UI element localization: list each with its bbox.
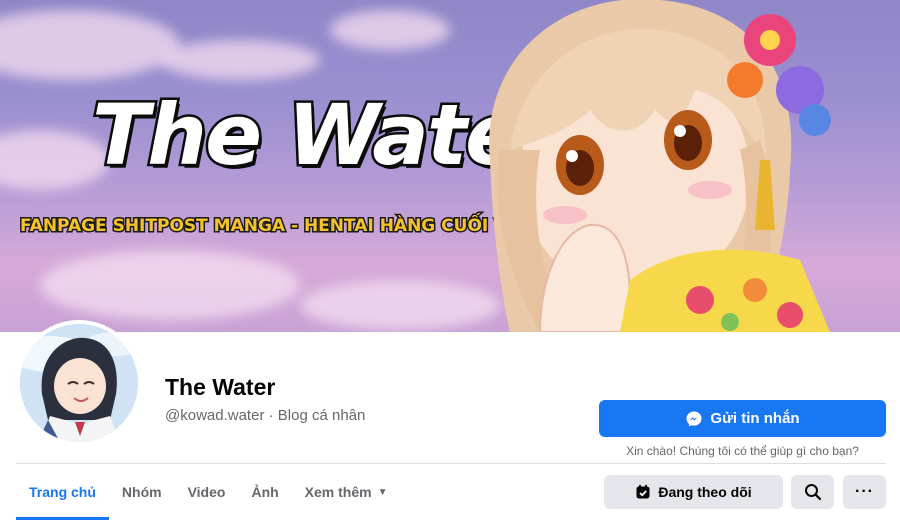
avatar-illustration xyxy=(20,324,138,442)
more-icon: ··· xyxy=(855,483,874,500)
search-button[interactable] xyxy=(791,475,834,509)
greeting-text: Xin chào! Chúng tôi có thể giúp gì cho b… xyxy=(626,444,859,458)
caret-down-icon: ▼ xyxy=(377,486,388,498)
cover-photo[interactable]: The Water FANPAGE SHITPOST MANGA - HENTA… xyxy=(0,0,900,332)
tab-photos[interactable]: Ảnh xyxy=(238,464,291,520)
handle-separator: · xyxy=(264,407,278,424)
messenger-icon xyxy=(686,411,702,426)
tab-label: Nhóm xyxy=(121,484,162,500)
cover-cloud xyxy=(330,10,450,50)
cover-anime-girl-illustration xyxy=(489,0,831,332)
cover-cloud xyxy=(40,250,300,320)
page-category[interactable]: Blog cá nhân xyxy=(278,407,366,424)
profile-avatar[interactable] xyxy=(16,320,142,446)
tab-home[interactable]: Trang chủ xyxy=(16,464,109,520)
page-handle-line: @kowad.water · Blog cá nhân xyxy=(165,405,525,427)
profile-tabs: Trang chủ Nhóm Video Ảnh Xem thêm ▼ xyxy=(16,464,401,520)
tab-label: Ảnh xyxy=(251,484,279,500)
search-icon xyxy=(804,484,821,501)
page-handle: @kowad.water xyxy=(165,407,265,424)
tab-videos[interactable]: Video xyxy=(175,464,239,520)
tab-label: Trang chủ xyxy=(29,484,96,500)
tab-see-more[interactable]: Xem thêm ▼ xyxy=(292,464,401,520)
tab-groups[interactable]: Nhóm xyxy=(109,464,175,520)
following-icon xyxy=(636,484,650,499)
cover-title-logo: The Water xyxy=(90,84,565,187)
send-message-button[interactable]: Gửi tin nhắn xyxy=(599,400,886,437)
cover-subtitle: FANPAGE SHITPOST MANGA - HENTAI HÀNG CUỐ… xyxy=(19,215,589,238)
following-label: Đang theo dõi xyxy=(658,484,752,500)
following-button[interactable]: Đang theo dõi xyxy=(604,475,783,509)
tab-label: Video xyxy=(187,484,226,500)
more-options-button[interactable]: ··· xyxy=(843,475,886,509)
send-message-label: Gửi tin nhắn xyxy=(710,410,800,427)
tab-label: Xem thêm xyxy=(304,484,372,500)
page-title: The Water xyxy=(165,374,276,400)
